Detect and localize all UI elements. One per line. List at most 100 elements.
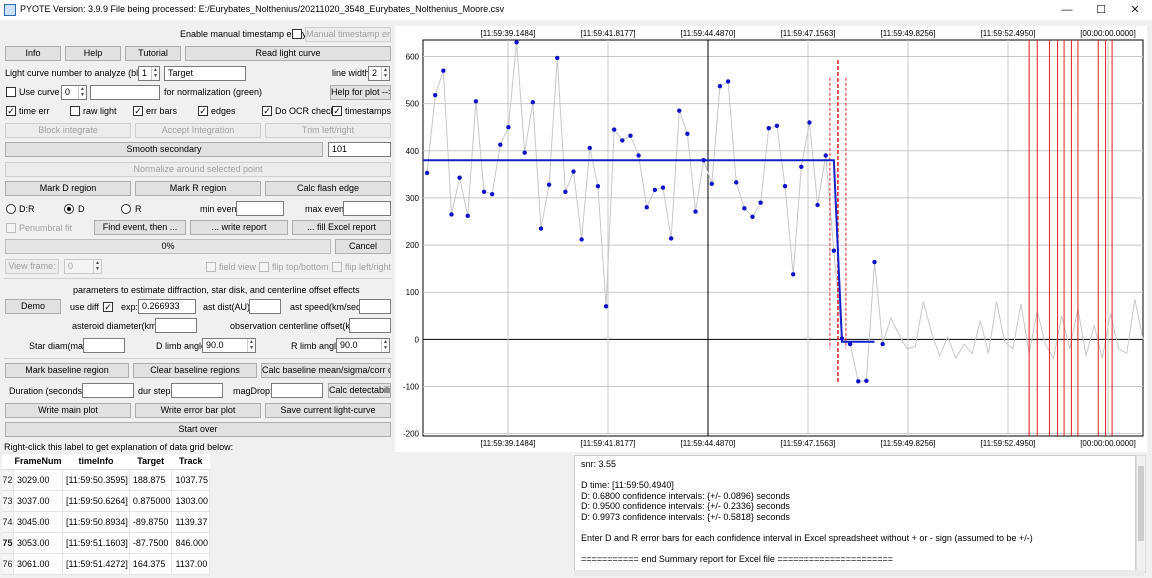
cell-target[interactable]: 164.375 (129, 553, 173, 575)
cell-timeinfo[interactable]: [11:59:50.8934] (62, 511, 130, 533)
scrollbar-thumb[interactable] (1138, 466, 1144, 541)
cell-track[interactable]: 1139.37 (171, 511, 210, 533)
spin-arrows-icon[interactable]: ▲ ▼ (381, 67, 389, 80)
mag-drop-field[interactable] (271, 383, 323, 398)
use-diff-checkbox[interactable]: ✓ (103, 302, 113, 312)
close-button[interactable]: ✕ (1118, 0, 1152, 20)
cell-target[interactable]: 0.875000 (129, 490, 173, 512)
write-report-button[interactable]: ... write report (190, 220, 288, 235)
start-over-button[interactable]: Start over (5, 422, 391, 437)
obs-offset-field[interactable] (349, 318, 391, 333)
plot-canvas[interactable]: 600 500 400 300 200 100 0 -100 -200 [11:59:39.148… (395, 26, 1147, 452)
save-light-curve-button[interactable]: Save current light-curve (265, 403, 391, 418)
ast-diam-field[interactable] (155, 318, 197, 333)
cell-target[interactable]: -89.8750 (129, 511, 173, 533)
demo-button[interactable]: Demo (5, 299, 61, 314)
lc-number-spinbox[interactable]: 1 ▲ ▼ (138, 66, 160, 81)
write-main-plot-button[interactable]: Write main plot (5, 403, 131, 418)
spin-arrows-icon[interactable]: ▲ ▼ (78, 86, 86, 99)
col-header-framenum[interactable]: FrameNum (13, 454, 63, 470)
col-header-track[interactable]: Track (171, 454, 210, 470)
cell-track[interactable]: 1037.75 (171, 469, 210, 491)
cell-target[interactable]: -87.7500 (129, 532, 173, 554)
cell-framenum[interactable]: 3045.00 (13, 511, 64, 533)
spin-arrows-icon[interactable]: ▲ ▼ (381, 339, 389, 352)
normalize-button[interactable]: Normalize around selected point (5, 162, 391, 177)
radio-dr[interactable] (6, 204, 16, 214)
use-curve-checkbox[interactable] (6, 87, 16, 97)
ocr-check-checkbox[interactable]: ✓ (262, 106, 272, 116)
minimize-button[interactable]: — (1050, 0, 1084, 20)
smooth-secondary-button[interactable]: Smooth secondary (5, 142, 323, 157)
clear-baseline-button[interactable]: Clear baseline regions (133, 363, 257, 378)
view-frame-button[interactable]: View frame: (5, 259, 59, 274)
smooth-value-field[interactable]: 101 (328, 142, 391, 157)
read-light-curve-button[interactable]: Read light curve (185, 46, 391, 61)
calc-flash-edge-button[interactable]: Calc flash edge (265, 181, 391, 196)
col-header-target[interactable]: Target (129, 454, 172, 470)
light-curve-plot[interactable]: 600 500 400 300 200 100 0 -100 -200 [11:59:39.148… (395, 26, 1147, 452)
max-event-field[interactable] (343, 201, 391, 216)
block-integrate-button[interactable]: Block integrate (5, 123, 131, 138)
calc-baseline-button[interactable]: Calc baseline mean/sigma/corr coeffs (261, 363, 391, 378)
dur-step-field[interactable] (171, 383, 223, 398)
cell-framenum[interactable]: 3053.00 (13, 532, 64, 554)
table-row[interactable]: 74 3045.00 [11:59:50.8934] -89.8750 1139… (2, 511, 210, 533)
normalization-field[interactable] (90, 85, 160, 100)
col-header-timeinfo[interactable]: timeInfo (62, 454, 130, 470)
accept-integration-button[interactable]: Accept Integration (135, 123, 261, 138)
err-bars-checkbox[interactable]: ✓ (133, 106, 143, 116)
d-limb-spinbox[interactable]: 90.0 ▲ ▼ (202, 338, 256, 353)
report-vertical-scrollbar[interactable] (1136, 455, 1146, 573)
edges-checkbox[interactable]: ✓ (198, 106, 208, 116)
row-index[interactable]: 75 (2, 532, 14, 554)
r-limb-spinbox[interactable]: 90.0 ▲ ▼ (336, 338, 390, 353)
cell-timeinfo[interactable]: [11:59:51.4272] (62, 553, 130, 575)
field-view-checkbox[interactable] (206, 262, 216, 272)
spin-arrows-icon[interactable]: ▲ ▼ (247, 339, 255, 352)
cell-track[interactable]: 1303.00 (171, 490, 210, 512)
star-diam-field[interactable] (83, 338, 125, 353)
cell-track[interactable]: 1137.00 (171, 553, 210, 575)
report-textarea[interactable]: snr: 3.55 D time: [11:59:50.4940] D: 0.6… (574, 455, 1136, 573)
trim-button[interactable]: Trim left/right (265, 123, 391, 138)
table-row[interactable]: 75 3053.00 [11:59:51.1603] -87.7500 846.… (2, 532, 210, 554)
row-index[interactable]: 76 (2, 553, 14, 575)
exp-field[interactable]: 0.266933 (138, 299, 196, 314)
view-frame-spinbox[interactable]: 0 ▲ ▼ (64, 259, 102, 274)
maximize-button[interactable]: ☐ (1084, 0, 1118, 20)
grid-hint-label[interactable]: Right-click this label to get explanatio… (4, 441, 233, 453)
radio-r[interactable] (121, 204, 131, 214)
raw-light-checkbox[interactable] (70, 106, 80, 116)
cell-track[interactable]: 846.000 (171, 532, 210, 554)
row-index[interactable]: 74 (2, 511, 14, 533)
spin-arrows-icon[interactable]: ▲ ▼ (93, 260, 101, 273)
cell-timeinfo[interactable]: [11:59:50.6264] (62, 490, 130, 512)
mark-d-region-button[interactable]: Mark D region (5, 181, 131, 196)
cell-framenum[interactable]: 3037.00 (13, 490, 64, 512)
table-row[interactable]: 72 3029.00 [11:59:50.3595] 188.875 1037.… (2, 469, 210, 491)
row-index[interactable]: 73 (2, 490, 14, 512)
cell-framenum[interactable]: 3061.00 (13, 553, 64, 575)
find-event-button[interactable]: Find event, then ... (94, 220, 186, 235)
time-err-checkbox[interactable]: ✓ (6, 106, 16, 116)
penumbral-fit-checkbox[interactable] (6, 223, 16, 233)
help-button[interactable]: Help (65, 46, 121, 61)
calc-detectability-button[interactable]: Calc detectability (328, 383, 391, 398)
info-button[interactable]: Info (5, 46, 61, 61)
ast-speed-field[interactable] (359, 299, 391, 314)
cell-timeinfo[interactable]: [11:59:51.1603] (62, 532, 130, 554)
manual-timestamp-checkbox[interactable] (292, 29, 302, 39)
ast-dist-field[interactable] (249, 299, 281, 314)
line-width-spinbox[interactable]: 2 ▲ ▼ (368, 66, 390, 81)
mark-baseline-button[interactable]: Mark baseline region (5, 363, 129, 378)
help-for-plot-button[interactable]: Help for plot --> (330, 85, 391, 100)
fill-excel-button[interactable]: ... fill Excel report (292, 220, 391, 235)
manual-timestamp-button[interactable]: Manual timestamp entry (305, 27, 391, 42)
use-curve-spinbox[interactable]: 0 ▲ ▼ (61, 85, 87, 100)
table-row[interactable]: 73 3037.00 [11:59:50.6264] 0.875000 1303… (2, 490, 210, 512)
flip-tb-checkbox[interactable] (259, 262, 269, 272)
write-error-bar-plot-button[interactable]: Write error bar plot (135, 403, 261, 418)
min-event-field[interactable] (236, 201, 284, 216)
data-grid[interactable]: FrameNum timeInfo Target Track 72 3029.0… (2, 454, 210, 575)
